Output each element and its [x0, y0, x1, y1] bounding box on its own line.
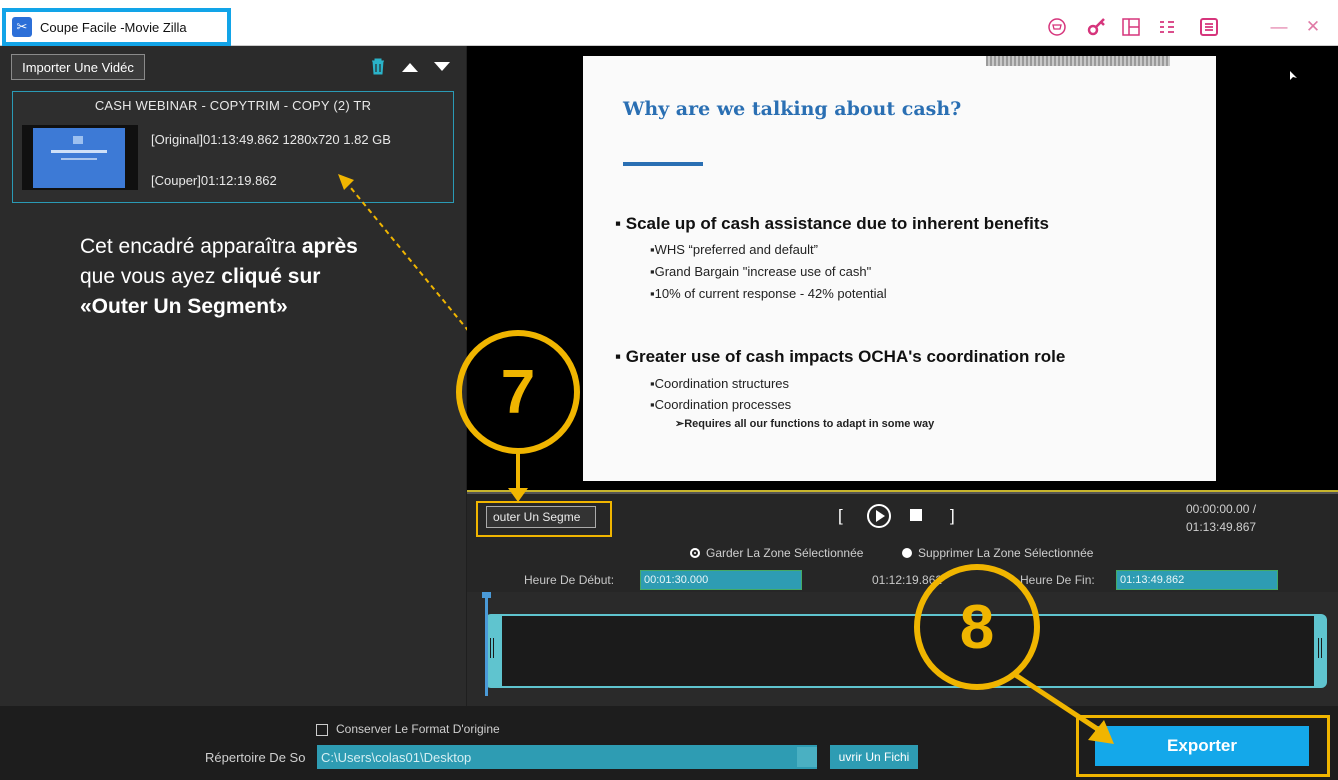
mark-out-button[interactable]: ] — [950, 506, 955, 526]
start-time-label: Heure De Début: — [524, 573, 615, 587]
start-time-value: 00:01:30.000 — [644, 574, 709, 586]
start-time-input[interactable]: 00:01:30.000 — [640, 570, 802, 590]
right-handle[interactable] — [1318, 638, 1322, 658]
mouse-cursor-icon — [1290, 68, 1298, 86]
video-cut-info: [Couper]01:12:19.862 — [151, 173, 277, 188]
end-time-input[interactable]: 01:13:49.862 — [1116, 570, 1278, 590]
cart-icon[interactable] — [1046, 16, 1068, 38]
slide-bullet: ▪Coordination processes — [650, 397, 792, 412]
slide-rule — [623, 162, 703, 166]
menu-icon[interactable] — [1198, 16, 1220, 38]
preview-divider — [467, 490, 1338, 492]
slide-heading-1: ▪ Scale up of cash assistance due to inh… — [615, 214, 1049, 233]
segment-button-highlight — [476, 501, 612, 537]
annotation-arrow-7-down — [508, 452, 528, 502]
open-file-button[interactable]: uvrir Un Fichi — [830, 745, 918, 769]
slide-top-bar — [986, 56, 1170, 66]
output-dir-label: Répertoire De So — [205, 750, 306, 765]
keep-format-checkbox[interactable] — [316, 724, 328, 736]
selection-track-inner — [502, 616, 1314, 686]
video-original-info: [Original]01:13:49.862 1280x720 1.82 GB — [151, 132, 391, 147]
folder-dropdown-icon[interactable] — [797, 747, 817, 767]
output-dir-input[interactable]: C:\Users\colas01\Desktop — [317, 745, 817, 769]
radio-delete-label: Supprimer La Zone Sélectionnée — [918, 545, 1094, 560]
playhead[interactable] — [485, 596, 488, 696]
close-icon[interactable]: ✕ — [1302, 16, 1324, 38]
slide-bullet: ▪WHS “preferred and default” — [650, 242, 818, 257]
slide-bullet: ▪Coordination structures — [650, 376, 790, 391]
radio-delete-dot[interactable] — [902, 547, 912, 558]
video-thumbnail-frame — [33, 128, 125, 188]
output-dir-value: C:\Users\colas01\Desktop — [321, 749, 472, 765]
radio-keep[interactable]: Garder La Zone Sélectionnée — [690, 544, 863, 562]
step-8-number: 8 — [959, 592, 995, 662]
scissors-icon: ✂ — [12, 17, 32, 37]
note-text-1: Cet encadré apparaîtra — [80, 235, 302, 258]
layout-icon[interactable] — [1120, 16, 1142, 38]
step-7-number: 7 — [500, 357, 536, 427]
time-readout: 00:00:00.00 / 01:13:49.867 — [1186, 500, 1256, 536]
annotation-arrow-8 — [1012, 671, 1114, 744]
window-title-box: ✂ Coupe Facile -Movie Zilla — [2, 8, 231, 46]
app-title: Coupe Facile -Movie Zilla — [40, 19, 187, 35]
import-video-button[interactable]: Importer Une Vidéc — [11, 54, 145, 80]
slide-title: Why are we talking about cash? — [623, 98, 962, 120]
minimize-icon[interactable]: — — [1268, 16, 1290, 38]
move-up-icon[interactable] — [400, 60, 420, 78]
move-down-icon[interactable] — [432, 60, 452, 78]
radio-keep-label: Garder La Zone Sélectionnée — [706, 545, 864, 560]
slide-bullet: ▪Grand Bargain "increase use of cash" — [650, 264, 872, 279]
time-current: 00:00:00.00 / — [1186, 502, 1257, 516]
play-icon[interactable] — [866, 503, 892, 534]
stop-icon[interactable] — [910, 509, 922, 521]
note-text-2: que vous ayez — [80, 265, 222, 288]
trash-icon[interactable] — [370, 57, 386, 80]
mark-in-button[interactable]: [ — [838, 506, 843, 526]
step-7-badge: 7 — [456, 330, 580, 454]
slide-sub-bullet: ➢Requires all our functions to adapt in … — [675, 418, 935, 430]
video-name: CASH WEBINAR - COPYTRIM - COPY (2) TR — [94, 98, 372, 113]
end-time-value: 01:13:49.862 — [1120, 574, 1185, 586]
radio-delete[interactable]: Supprimer La Zone Sélectionnée — [902, 544, 1093, 562]
radio-keep-dot[interactable] — [690, 547, 700, 558]
slide-heading-2: ▪ Greater use of cash impacts OCHA's coo… — [615, 347, 1066, 366]
left-handle[interactable] — [490, 638, 494, 658]
slide-bullet: ▪10% of current response - 42% potential — [650, 286, 887, 301]
key-icon[interactable] — [1086, 16, 1108, 38]
settings-sliders-icon[interactable] — [1156, 16, 1178, 38]
keep-format-label: Conserver Le Format D'origine — [336, 722, 500, 736]
end-time-label: Heure De Fin: — [1020, 573, 1095, 587]
time-total: 01:13:49.867 — [1186, 520, 1257, 534]
